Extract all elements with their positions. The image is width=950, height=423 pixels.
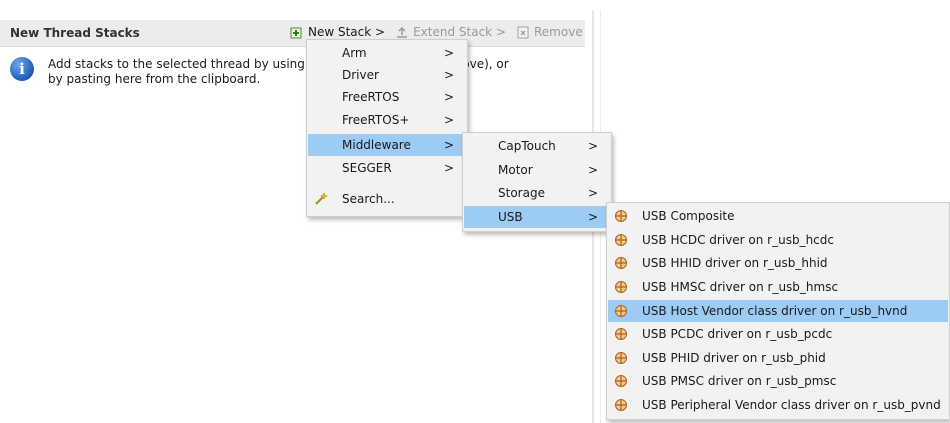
menu-item-usb-hvnd[interactable]: USB Host Vendor class driver on r_usb_hv… [608, 300, 948, 322]
menu-item-label: FreeRTOS+ [342, 113, 410, 127]
menu-item-label: USB Host Vendor class driver on r_usb_hv… [642, 304, 908, 318]
info-icon: i [10, 57, 34, 81]
menu-item-label: SEGGER [342, 161, 392, 175]
menu-item-middleware[interactable]: Middleware > [308, 134, 466, 156]
new-stack-label: New Stack > [308, 25, 386, 39]
menu-item-label: Arm [342, 46, 367, 60]
menu-item-label: Middleware [342, 138, 411, 152]
menu-item-usb-hcdc[interactable]: USB HCDC driver on r_usb_hcdc [608, 229, 948, 251]
submenu-arrow-icon: > [587, 186, 598, 200]
panel-toolbar: New Stack > Extend Stack > Remove [290, 25, 583, 39]
menu-item-usb-pvnd[interactable]: USB Peripheral Vendor class driver on r_… [608, 394, 948, 416]
menu-item-freertos-plus[interactable]: FreeRTOS+ > [308, 109, 466, 131]
menu-item-label: USB PHID driver on r_usb_phid [642, 351, 826, 365]
component-icon [615, 281, 627, 293]
submenu-arrow-icon: > [443, 113, 454, 127]
component-icon [615, 328, 627, 340]
menu-item-usb-phid[interactable]: USB PHID driver on r_usb_phid [608, 347, 948, 369]
component-icon [615, 375, 627, 387]
menu-item-label: USB Peripheral Vendor class driver on r_… [642, 398, 941, 412]
menu-item-arm[interactable]: Arm > [308, 42, 466, 64]
search-wand-icon [315, 192, 328, 205]
component-icon [615, 234, 627, 246]
extend-stack-button[interactable]: Extend Stack > [395, 25, 506, 39]
menu-item-label: CapTouch [498, 139, 556, 153]
middleware-submenu: CapTouch > Motor > Storage > USB > [462, 132, 612, 232]
extend-stack-icon [397, 26, 408, 38]
menu-item-freertos[interactable]: FreeRTOS > [308, 86, 466, 108]
component-icon [615, 352, 627, 364]
menu-item-label: USB HHID driver on r_usb_hhid [642, 256, 828, 270]
panel-header: New Thread Stacks New Stack > Extend Sta… [0, 20, 585, 47]
menu-item-label: USB HCDC driver on r_usb_hcdc [642, 233, 834, 247]
submenu-arrow-icon: > [587, 163, 598, 177]
menu-item-label: USB HMSC driver on r_usb_hmsc [642, 280, 839, 294]
component-icon [615, 210, 627, 222]
submenu-arrow-icon: > [587, 139, 598, 153]
submenu-arrow-icon: > [443, 46, 454, 60]
remove-label: Remove [534, 25, 583, 39]
new-stack-icon [290, 27, 302, 39]
menu-item-label: USB Composite [642, 209, 735, 223]
usb-submenu: USB Composite USB HCDC driver on r_usb_h… [606, 202, 950, 420]
menu-item-usb[interactable]: USB > [464, 206, 610, 228]
remove-button[interactable]: Remove [516, 25, 583, 39]
component-icon [615, 305, 627, 317]
menu-item-usb-pmsc[interactable]: USB PMSC driver on r_usb_pmsc [608, 370, 948, 392]
menu-item-label: Search... [342, 192, 395, 206]
panel-title: New Thread Stacks [10, 26, 140, 40]
menu-item-motor[interactable]: Motor > [464, 159, 610, 181]
menu-item-label: FreeRTOS [342, 90, 400, 104]
new-stack-button[interactable]: New Stack > [290, 25, 385, 39]
menu-item-captouch[interactable]: CapTouch > [464, 135, 610, 157]
submenu-arrow-icon: > [443, 90, 454, 104]
submenu-arrow-icon: > [443, 161, 454, 175]
submenu-arrow-icon: > [443, 68, 454, 82]
menu-item-usb-hhid[interactable]: USB HHID driver on r_usb_hhid [608, 252, 948, 274]
submenu-arrow-icon: > [587, 210, 598, 224]
menu-item-usb-composite[interactable]: USB Composite [608, 205, 948, 227]
menu-item-label: USB PCDC driver on r_usb_pcdc [642, 327, 833, 341]
menu-item-driver[interactable]: Driver > [308, 64, 466, 86]
menu-item-usb-pcdc[interactable]: USB PCDC driver on r_usb_pcdc [608, 323, 948, 345]
menu-item-segger[interactable]: SEGGER > [308, 157, 466, 179]
menu-item-search[interactable]: Search... [308, 188, 466, 210]
menu-item-label: Driver [342, 68, 379, 82]
menu-item-label: USB [498, 210, 523, 224]
submenu-arrow-icon: > [443, 138, 454, 152]
menu-item-storage[interactable]: Storage > [464, 182, 610, 204]
new-stack-menu: Arm > Driver > FreeRTOS > FreeRTOS+ > Mi… [306, 39, 468, 217]
menu-item-label: USB PMSC driver on r_usb_pmsc [642, 374, 837, 388]
extend-stack-label: Extend Stack > [413, 25, 506, 39]
component-icon [615, 257, 627, 269]
component-icon [615, 399, 627, 411]
menu-item-usb-hmsc[interactable]: USB HMSC driver on r_usb_hmsc [608, 276, 948, 298]
menu-item-label: Storage [498, 186, 545, 200]
remove-icon [517, 26, 529, 39]
menu-item-label: Motor [498, 163, 533, 177]
